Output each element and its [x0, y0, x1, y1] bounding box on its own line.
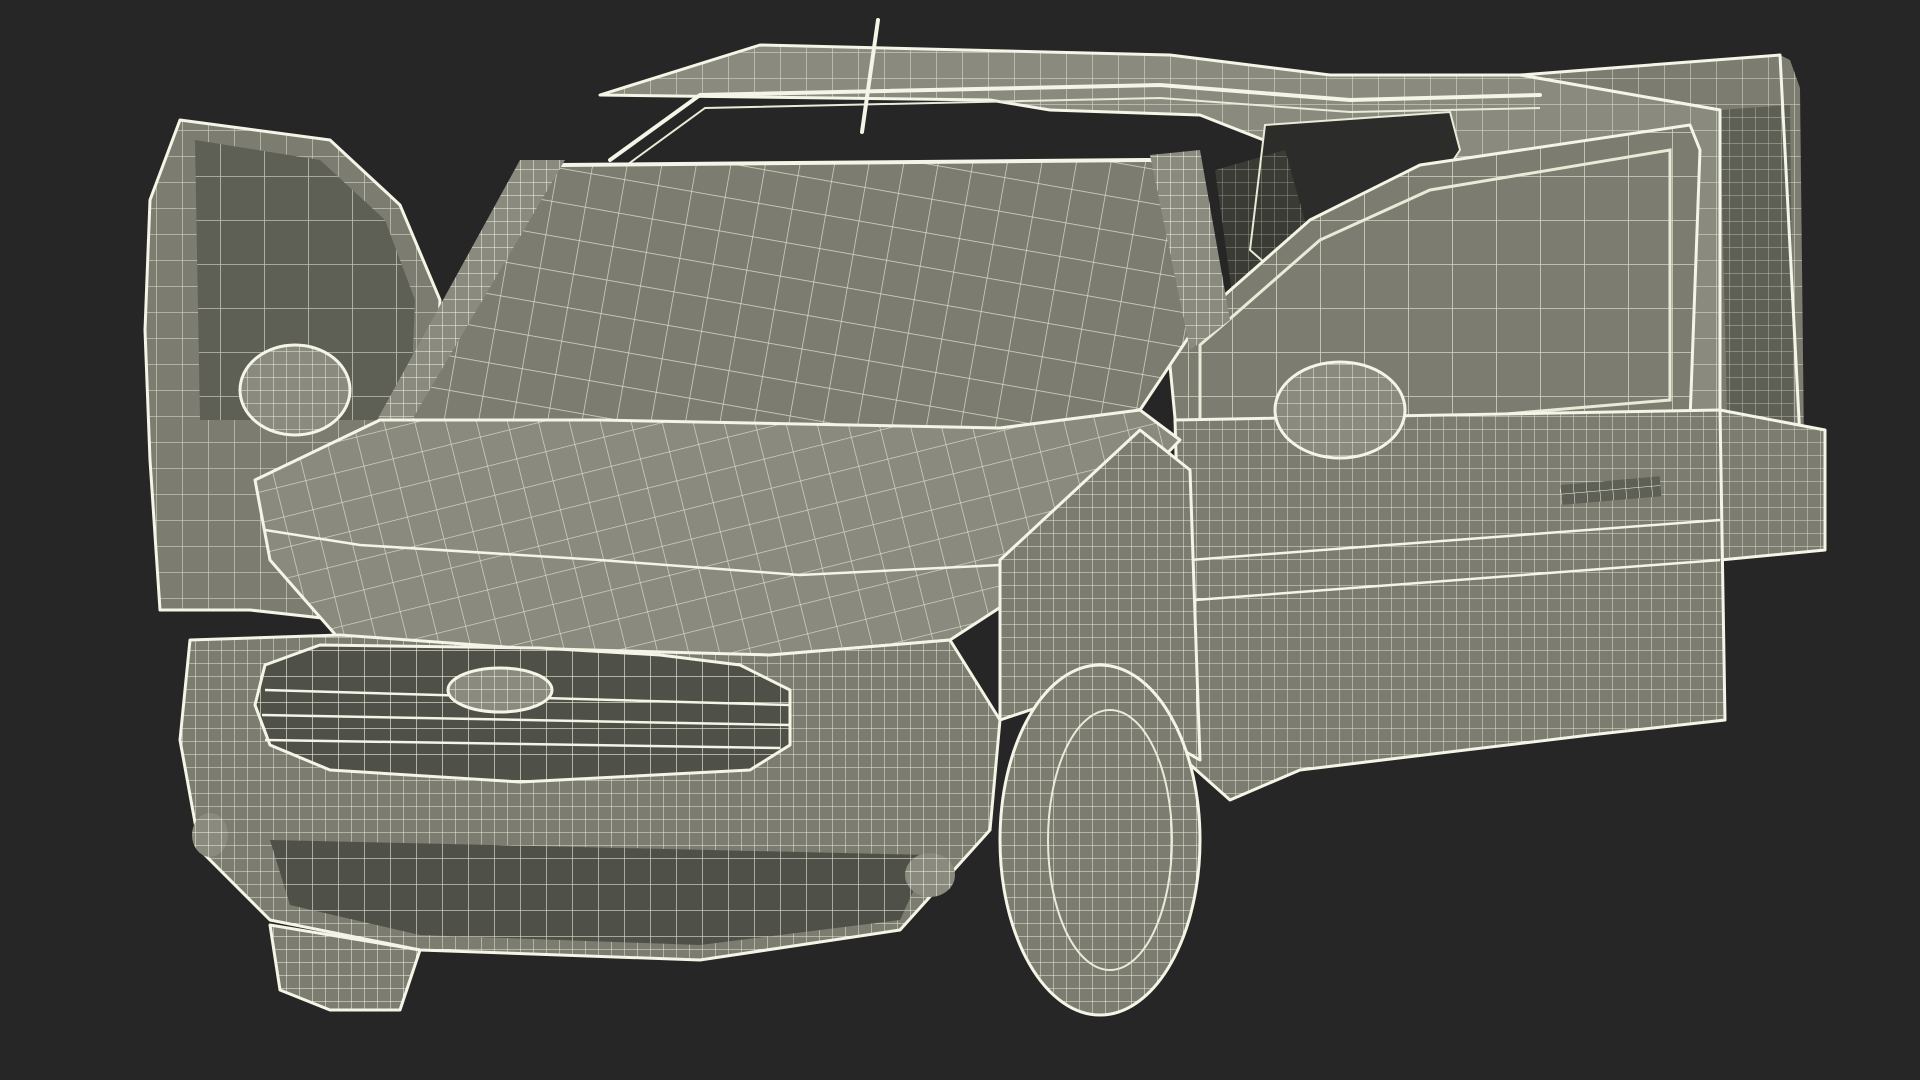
front-right-wheel [998, 663, 1202, 1017]
render-viewport [0, 0, 1920, 1080]
wireframe-van-render [143, 18, 1827, 1017]
front-grille [253, 643, 792, 784]
